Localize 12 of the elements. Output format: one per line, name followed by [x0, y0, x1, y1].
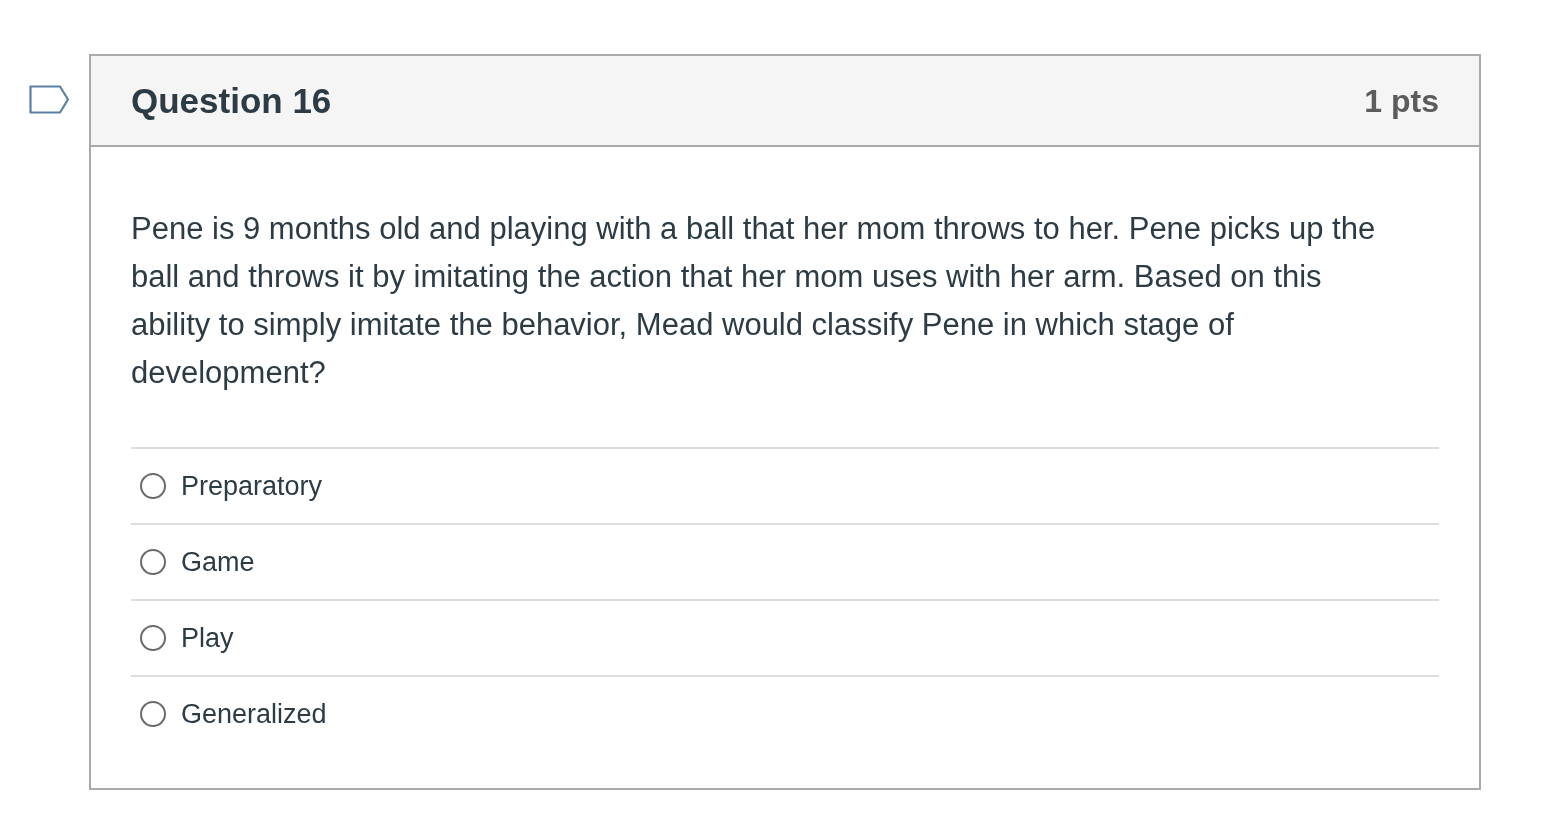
- question-text: Pene is 9 months old and playing with a ball that her mom throws to her. Pene picks up the ball and throws it by imitating the action that her mom uses with her arm. Based on this ability to simply imitate the behavior, Mead would classify Pene in which stage of development?: [131, 210, 1377, 392]
- answer-label[interactable]: Game: [181, 548, 255, 576]
- radio-button[interactable]: [140, 549, 166, 575]
- question-title: Question 16: [131, 83, 332, 118]
- radio-button[interactable]: [140, 473, 166, 499]
- flag-icon[interactable]: [29, 85, 70, 114]
- points-label: 1 pts: [1364, 84, 1439, 117]
- answer-label[interactable]: Preparatory: [181, 472, 323, 500]
- answer-label[interactable]: Generalized: [181, 700, 327, 728]
- radio-button[interactable]: [140, 625, 166, 651]
- radio-button[interactable]: [140, 701, 166, 727]
- answer-label[interactable]: Play: [181, 624, 234, 652]
